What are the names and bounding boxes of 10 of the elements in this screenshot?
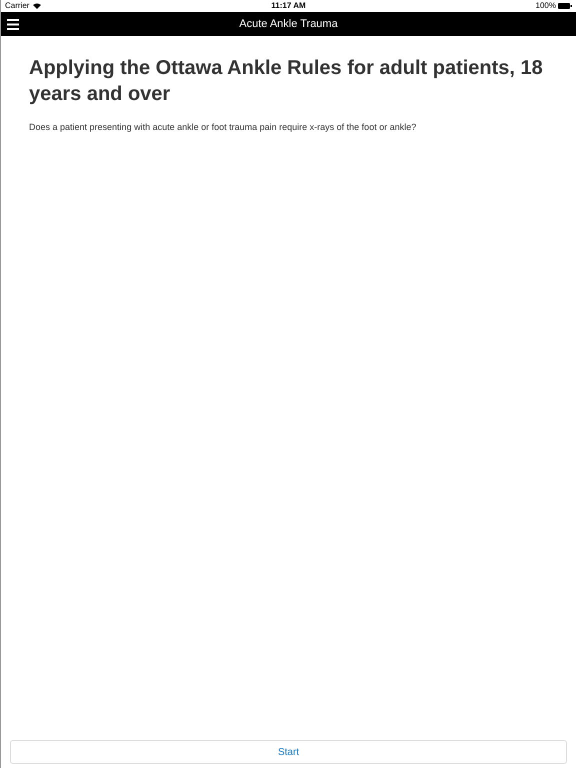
- page-heading: Applying the Ottawa Ankle Rules for adult patients, 18 years and over: [29, 56, 544, 107]
- status-time: 11:17 AM: [271, 0, 306, 12]
- nav-title: Acute Ankle Trauma: [239, 16, 338, 32]
- battery-label: 100%: [536, 0, 556, 12]
- carrier-label: Carrier: [5, 0, 30, 12]
- battery-icon: [558, 3, 572, 9]
- wifi-icon: [33, 3, 42, 9]
- start-button[interactable]: Start: [10, 740, 567, 764]
- menu-icon[interactable]: [7, 18, 19, 30]
- question-text: Does a patient presenting with acute ankle or foot trauma pain require x-rays of the foot or ankle?: [29, 121, 418, 134]
